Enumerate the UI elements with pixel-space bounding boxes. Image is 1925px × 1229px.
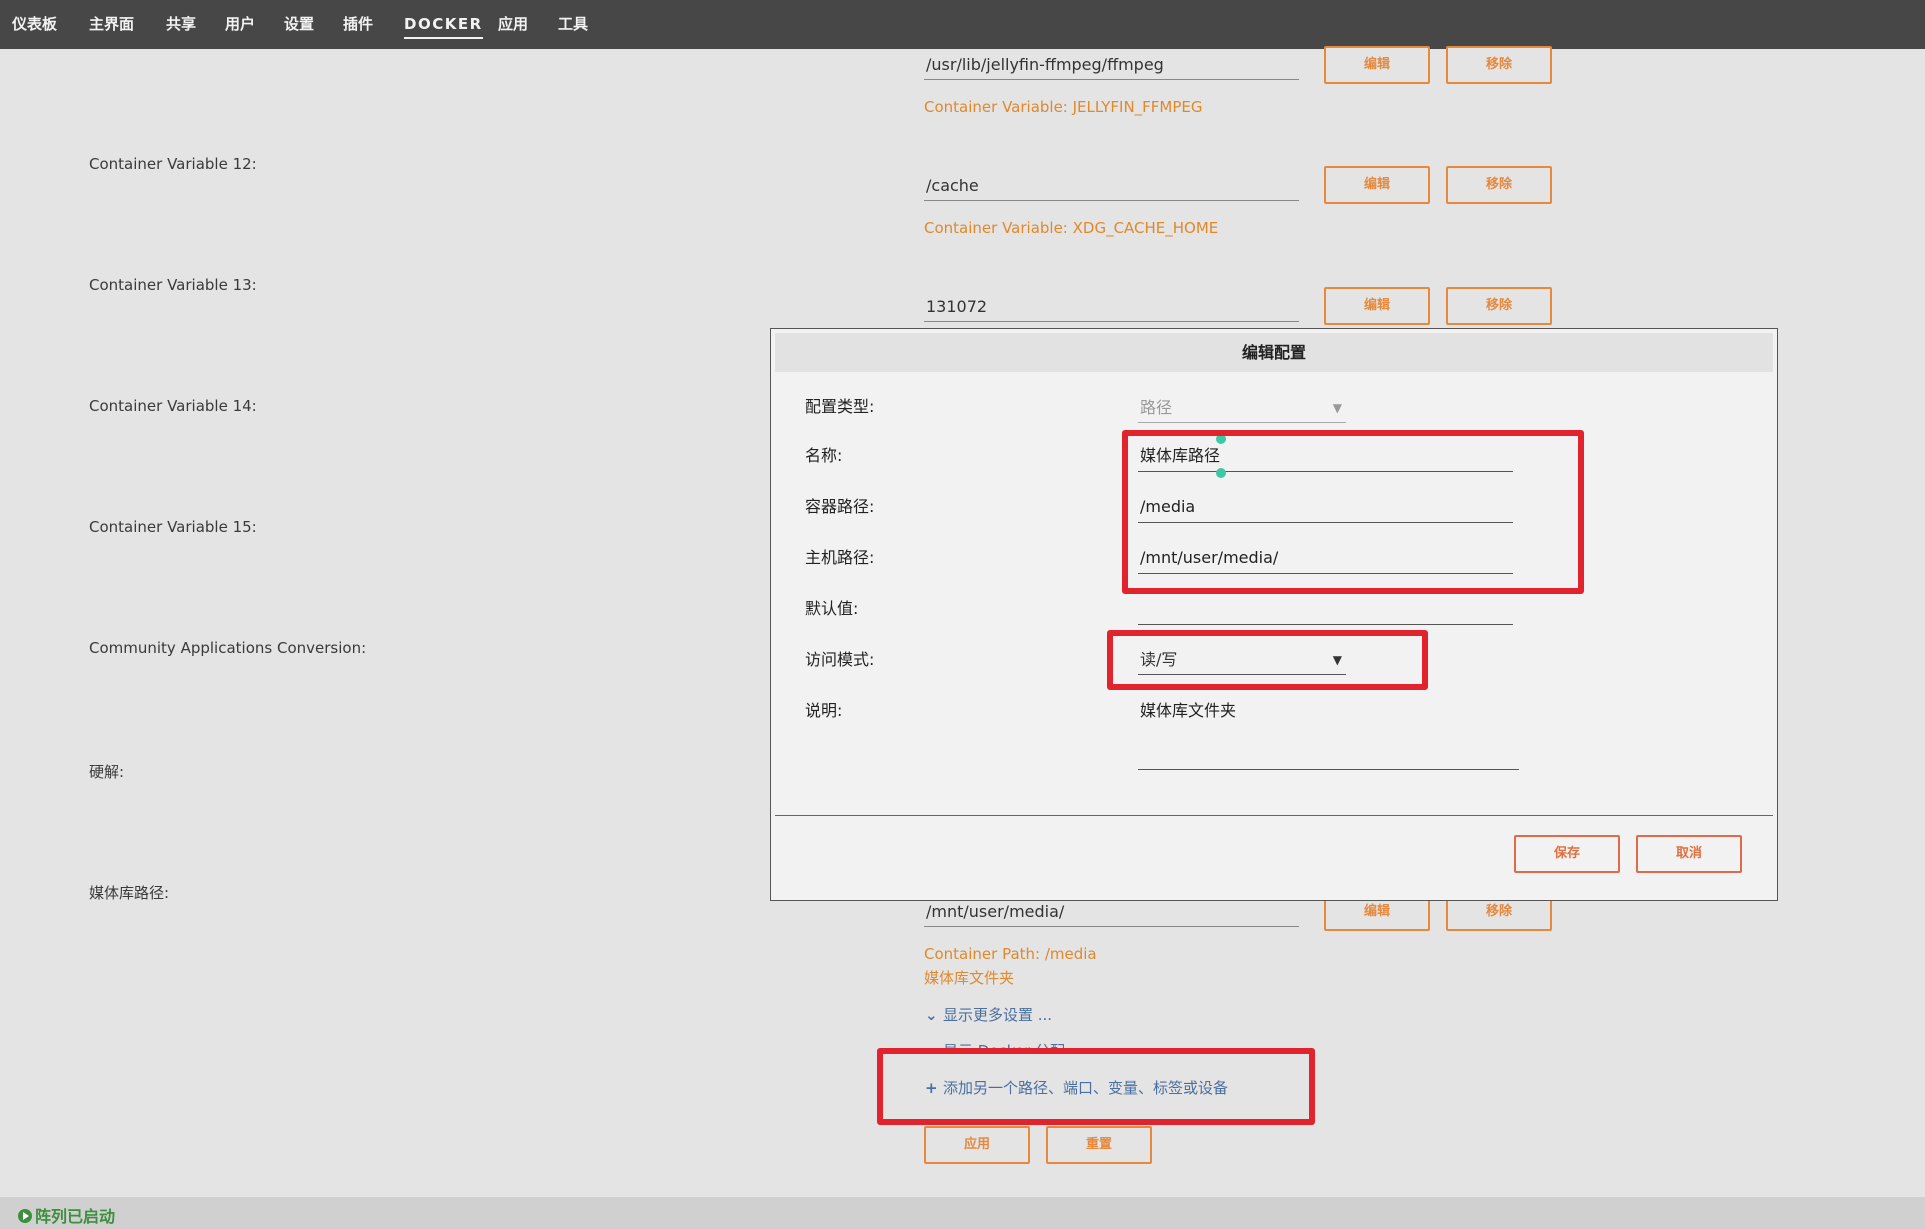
dialog-title: 编辑配置 [775, 333, 1773, 372]
description-field[interactable]: 媒体库文件夹 [1138, 694, 1519, 770]
caret-down-icon: ▼ [1332, 401, 1342, 415]
chevron-down-icon: ⌄ [925, 1006, 938, 1024]
media-description: 媒体库文件夹 [924, 969, 1015, 987]
var13-remove-button[interactable]: 移除 [1446, 287, 1552, 325]
nav-docker[interactable]: DOCKER [404, 0, 483, 49]
default-value-label: 默认值: [805, 599, 859, 618]
default-value-field[interactable] [1138, 592, 1513, 625]
ffmpeg-hint: Container Variable: JELLYFIN_FFMPEG [924, 98, 1203, 116]
container-variable-12-label: Container Variable 12: [89, 155, 257, 173]
config-type-value: 路径 [1140, 398, 1173, 417]
cancel-button[interactable]: 取消 [1636, 835, 1742, 873]
show-more-settings-label: 显示更多设置 ... [943, 1006, 1053, 1024]
save-button[interactable]: 保存 [1514, 835, 1620, 873]
container-variable-13-label: Container Variable 13: [89, 276, 257, 294]
description-label: 说明: [805, 701, 843, 720]
ca-conversion-label: Community Applications Conversion: [89, 639, 367, 657]
edit-config-dialog: 编辑配置 配置类型: 路径 ▼ 名称: 媒体库路径 容器路径: /media 主… [770, 328, 1778, 901]
name-label: 名称: [805, 446, 843, 465]
container-variable-13-value: 131072 [924, 291, 1299, 322]
status-bar: 阵列已启动 [0, 1197, 1925, 1229]
nav-plugins[interactable]: 插件 [343, 0, 373, 49]
container-variable-14-label: Container Variable 14: [89, 397, 257, 415]
container-variable-12-value: /cache [924, 170, 1299, 201]
array-status-text: 阵列已启动 [35, 1207, 116, 1226]
array-status: 阵列已启动 [18, 1203, 115, 1227]
media-path-label: 媒体库路径: [89, 884, 170, 902]
dialog-divider [775, 815, 1773, 816]
play-circle-icon [18, 1209, 32, 1223]
ffmpeg-remove-button[interactable]: 移除 [1446, 46, 1552, 84]
highlight-access-mode [1107, 630, 1428, 690]
nav-users[interactable]: 用户 [225, 0, 255, 49]
highlight-path-fields [1122, 430, 1584, 594]
nav-settings[interactable]: 设置 [284, 0, 314, 49]
apply-button[interactable]: 应用 [924, 1126, 1030, 1164]
var12-remove-button[interactable]: 移除 [1446, 166, 1552, 204]
ffmpeg-path-value: /usr/lib/jellyfin-ffmpeg/ffmpeg [924, 49, 1299, 80]
host-path-label: 主机路径: [805, 548, 875, 567]
reset-button[interactable]: 重置 [1046, 1126, 1152, 1164]
nav-shares[interactable]: 共享 [166, 0, 196, 49]
var12-hint: Container Variable: XDG_CACHE_HOME [924, 219, 1219, 237]
nav-main[interactable]: 主界面 [89, 0, 134, 49]
nav-tools[interactable]: 工具 [558, 0, 588, 49]
highlight-add-another [877, 1048, 1315, 1125]
config-type-label: 配置类型: [805, 397, 875, 416]
show-more-settings-link[interactable]: ⌄ 显示更多设置 ... [925, 1004, 1052, 1025]
container-variable-15-label: Container Variable 15: [89, 518, 257, 536]
config-type-select[interactable]: 路径 ▼ [1138, 393, 1346, 423]
access-mode-label: 访问模式: [805, 650, 875, 669]
container-path-label: 容器路径: [805, 497, 875, 516]
media-hint: Container Path: /media [924, 945, 1097, 963]
var13-edit-button[interactable]: 编辑 [1324, 287, 1430, 325]
nav-dashboard[interactable]: 仪表板 [12, 0, 57, 49]
top-nav-bar: 仪表板 主界面 共享 用户 设置 插件 DOCKER 应用 工具 [0, 0, 1925, 49]
var12-edit-button[interactable]: 编辑 [1324, 166, 1430, 204]
nav-apps[interactable]: 应用 [498, 0, 528, 49]
hw-decode-label: 硬解: [89, 763, 125, 781]
ffmpeg-edit-button[interactable]: 编辑 [1324, 46, 1430, 84]
